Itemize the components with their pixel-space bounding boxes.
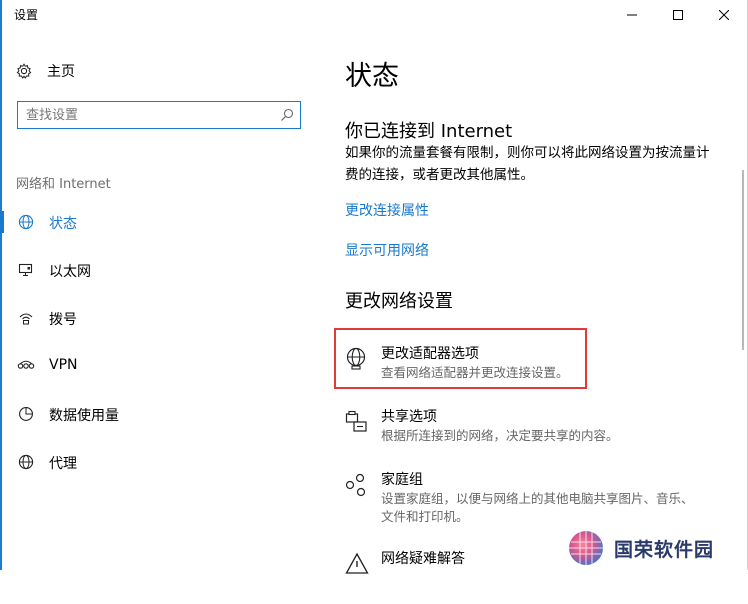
sidebar-item-label: VPN bbox=[49, 357, 78, 373]
sidebar-item-label: 数据使用量 bbox=[49, 408, 119, 424]
option-title: 网络疑难解答 bbox=[381, 551, 465, 567]
connected-desc-line2: 费的连接，或者更改其他属性。 bbox=[345, 167, 534, 183]
option-desc-line2: 文件和打印机。 bbox=[381, 509, 469, 524]
window-title: 设置 bbox=[14, 8, 39, 22]
globe-icon bbox=[17, 213, 35, 231]
gear-icon bbox=[16, 63, 32, 79]
ethernet-icon bbox=[17, 261, 35, 279]
section-label: 网络和 Internet bbox=[16, 177, 111, 192]
sidebar-item-proxy[interactable]: 代理 bbox=[0, 445, 320, 479]
search-box[interactable] bbox=[17, 101, 301, 129]
search-input[interactable] bbox=[26, 106, 266, 124]
sidebar-home-label: 主页 bbox=[47, 64, 75, 80]
globe-icon bbox=[17, 453, 35, 471]
option-title: 家庭组 bbox=[381, 472, 423, 488]
page-title: 状态 bbox=[345, 61, 399, 92]
connected-heading: 你已连接到 Internet bbox=[345, 121, 513, 142]
option-sharing[interactable]: 共享选项 根据所连接到的网络，决定要共享的内容。 bbox=[345, 406, 725, 462]
maximize-button[interactable] bbox=[655, 0, 701, 30]
connected-description: 如果你的流量套餐有限制，则你可以将此网络设置为按流量计 费的连接，或者更改其他属… bbox=[345, 142, 748, 186]
title-bar: 设置 bbox=[0, 0, 748, 30]
change-properties-link[interactable]: 更改连接属性 bbox=[345, 200, 429, 220]
sidebar-item-vpn[interactable]: VPN bbox=[0, 349, 320, 383]
sidebar-item-data-usage[interactable]: 数据使用量 bbox=[0, 397, 320, 431]
active-indicator bbox=[0, 211, 4, 233]
scrollbar[interactable] bbox=[742, 170, 744, 350]
option-title: 共享选项 bbox=[381, 409, 437, 425]
minimize-icon bbox=[627, 14, 637, 16]
minimize-button[interactable] bbox=[609, 0, 655, 30]
watermark-text: 国荣软件园 bbox=[614, 538, 715, 561]
close-icon bbox=[719, 10, 729, 20]
sidebar-item-label: 代理 bbox=[49, 456, 77, 472]
dialup-icon bbox=[17, 309, 35, 327]
sidebar-home[interactable]: 主页 bbox=[16, 61, 75, 81]
search-icon[interactable] bbox=[280, 108, 294, 122]
main-content: 状态 你已连接到 Internet 如果你的流量套餐有限制，则你可以将此网络设置… bbox=[320, 30, 740, 574]
option-homegroup[interactable]: 家庭组 设置家庭组，以便与网络上的其他电脑共享图片、音乐、 文件和打印机。 bbox=[345, 469, 725, 525]
option-desc: 设置家庭组，以便与网络上的其他电脑共享图片、音乐、 文件和打印机。 bbox=[381, 490, 694, 526]
warning-icon bbox=[345, 552, 369, 574]
highlight-box bbox=[334, 328, 587, 389]
sidebar-item-dialup[interactable]: 拨号 bbox=[0, 301, 320, 335]
data-usage-icon bbox=[17, 405, 35, 423]
sidebar-item-label: 以太网 bbox=[49, 264, 91, 280]
change-settings-heading: 更改网络设置 bbox=[345, 291, 453, 312]
sidebar: 主页 网络和 Internet 状态 bbox=[0, 30, 320, 570]
sharing-icon bbox=[345, 410, 367, 432]
show-networks-link[interactable]: 显示可用网络 bbox=[345, 240, 429, 260]
option-desc: 根据所连接到的网络，决定要共享的内容。 bbox=[381, 428, 619, 443]
watermark: 国荣软件园 bbox=[566, 526, 748, 570]
sidebar-item-ethernet[interactable]: 以太网 bbox=[0, 253, 320, 287]
sidebar-item-label: 拨号 bbox=[49, 312, 77, 328]
homegroup-icon bbox=[345, 473, 366, 497]
close-button[interactable] bbox=[701, 0, 747, 30]
option-desc-line1: 设置家庭组，以便与网络上的其他电脑共享图片、音乐、 bbox=[381, 491, 694, 506]
connected-desc-line1: 如果你的流量套餐有限制，则你可以将此网络设置为按流量计 bbox=[345, 145, 710, 161]
sidebar-item-label: 状态 bbox=[49, 216, 77, 232]
watermark-logo-icon bbox=[569, 531, 603, 565]
maximize-icon bbox=[673, 10, 683, 20]
sidebar-item-status[interactable]: 状态 bbox=[0, 205, 320, 239]
vpn-icon bbox=[17, 357, 35, 375]
